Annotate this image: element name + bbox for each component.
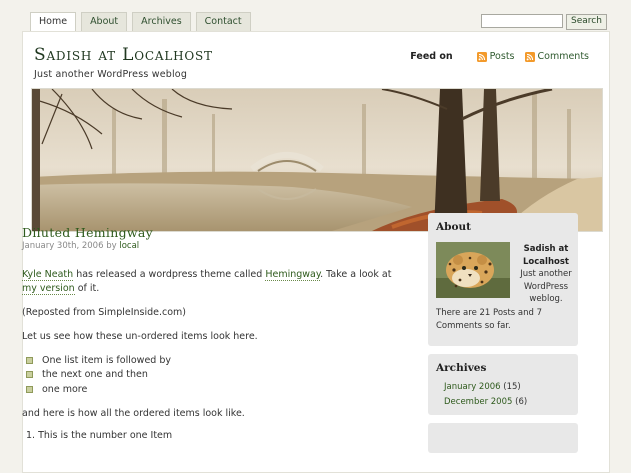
- archive-link-january-2006[interactable]: January 2006: [444, 382, 501, 392]
- text-span: has released a wordpress theme called: [73, 269, 266, 280]
- site-tagline: Just another WordPress weblog: [34, 69, 188, 80]
- link-my-version[interactable]: my version: [22, 283, 75, 295]
- feed-comments-link[interactable]: Comments: [524, 51, 590, 62]
- post-paragraph: Let us see how these un-ordered items lo…: [22, 331, 258, 342]
- main-nav: Home About Archives Contact: [30, 12, 251, 32]
- leopard-photo: [436, 242, 510, 298]
- leopard-illustration: [436, 242, 510, 298]
- feed-posts-label: Posts: [489, 51, 515, 62]
- archive-item: December 2005 (6): [444, 395, 578, 410]
- archive-count: (6): [515, 396, 528, 407]
- bullet-icon: [26, 385, 33, 393]
- link-kyle-neath[interactable]: Kyle Neath: [22, 269, 74, 281]
- post: Diluted Hemingway January 30th, 2006 by …: [22, 225, 402, 441]
- about-widget: About Sadish at Localhost Just another W…: [428, 213, 578, 346]
- list-item: the next one and then: [26, 368, 402, 383]
- list-item-text: One list item is followed by: [42, 354, 171, 366]
- post-date: January 30th, 2006: [22, 241, 104, 251]
- tab-about[interactable]: About: [81, 12, 128, 31]
- archives-list: January 2006 (15) December 2005 (6): [444, 380, 578, 409]
- archive-item: January 2006 (15): [444, 380, 578, 395]
- text-span: . Take a look at: [320, 269, 392, 280]
- post-paragraph: Kyle Neath has released a wordpress them…: [22, 268, 402, 296]
- text-span: of it.: [74, 283, 100, 294]
- search-form: Search: [481, 14, 607, 30]
- archive-count: (15): [503, 382, 521, 392]
- header-image: [31, 88, 603, 232]
- post-by: by: [106, 241, 117, 251]
- search-input[interactable]: [481, 14, 563, 28]
- list-item-text: one more: [42, 383, 88, 395]
- feed-comments-label: Comments: [537, 51, 590, 62]
- bullet-icon: [26, 356, 33, 364]
- search-button[interactable]: Search: [566, 14, 607, 30]
- archives-widget: Archives January 2006 (15) December 2005…: [428, 354, 578, 415]
- tab-contact[interactable]: Contact: [195, 12, 251, 31]
- list-item-text: the next one and then: [42, 369, 148, 381]
- link-hemingway[interactable]: Hemingway: [265, 269, 321, 281]
- post-paragraph: and here is how all the ordered items lo…: [22, 407, 245, 419]
- site-title[interactable]: Sadish at Localhost: [34, 45, 213, 65]
- about-stats: There are 21 Posts and 7 Comments so far…: [436, 308, 543, 331]
- about-name: Sadish at Localhost: [523, 244, 569, 267]
- tab-home[interactable]: Home: [30, 12, 77, 32]
- about-title: About: [436, 221, 471, 233]
- post-title[interactable]: Diluted Hemingway: [22, 225, 402, 240]
- list-item: One list item is followed by: [26, 353, 402, 368]
- tab-archives[interactable]: Archives: [132, 12, 191, 31]
- rss-icon: [476, 51, 487, 62]
- ordered-list-item: 1. This is the number one Item: [26, 429, 173, 441]
- archives-title: Archives: [436, 362, 487, 374]
- feed-links: Feed on Posts Comments: [410, 51, 589, 62]
- misty-park-illustration: [32, 89, 602, 231]
- bullet-icon: [26, 371, 33, 379]
- post-meta: January 30th, 2006 by local: [22, 241, 402, 251]
- about-summary: Sadish at Localhost Just another WordPre…: [518, 243, 574, 306]
- post-author-link[interactable]: local: [119, 241, 139, 251]
- feed-posts-link[interactable]: Posts: [476, 51, 515, 62]
- post-paragraph: (Reposted from SimpleInside.com): [22, 307, 187, 318]
- archive-link-december-2005[interactable]: December 2005: [444, 397, 512, 407]
- feed-label: Feed on: [410, 51, 453, 62]
- about-text: Just another WordPress weblog.: [520, 269, 572, 304]
- list-item: one more: [26, 382, 402, 397]
- rss-icon: [524, 51, 535, 62]
- unordered-list: One list item is followed by the next on…: [26, 353, 402, 397]
- next-widget: [428, 423, 578, 453]
